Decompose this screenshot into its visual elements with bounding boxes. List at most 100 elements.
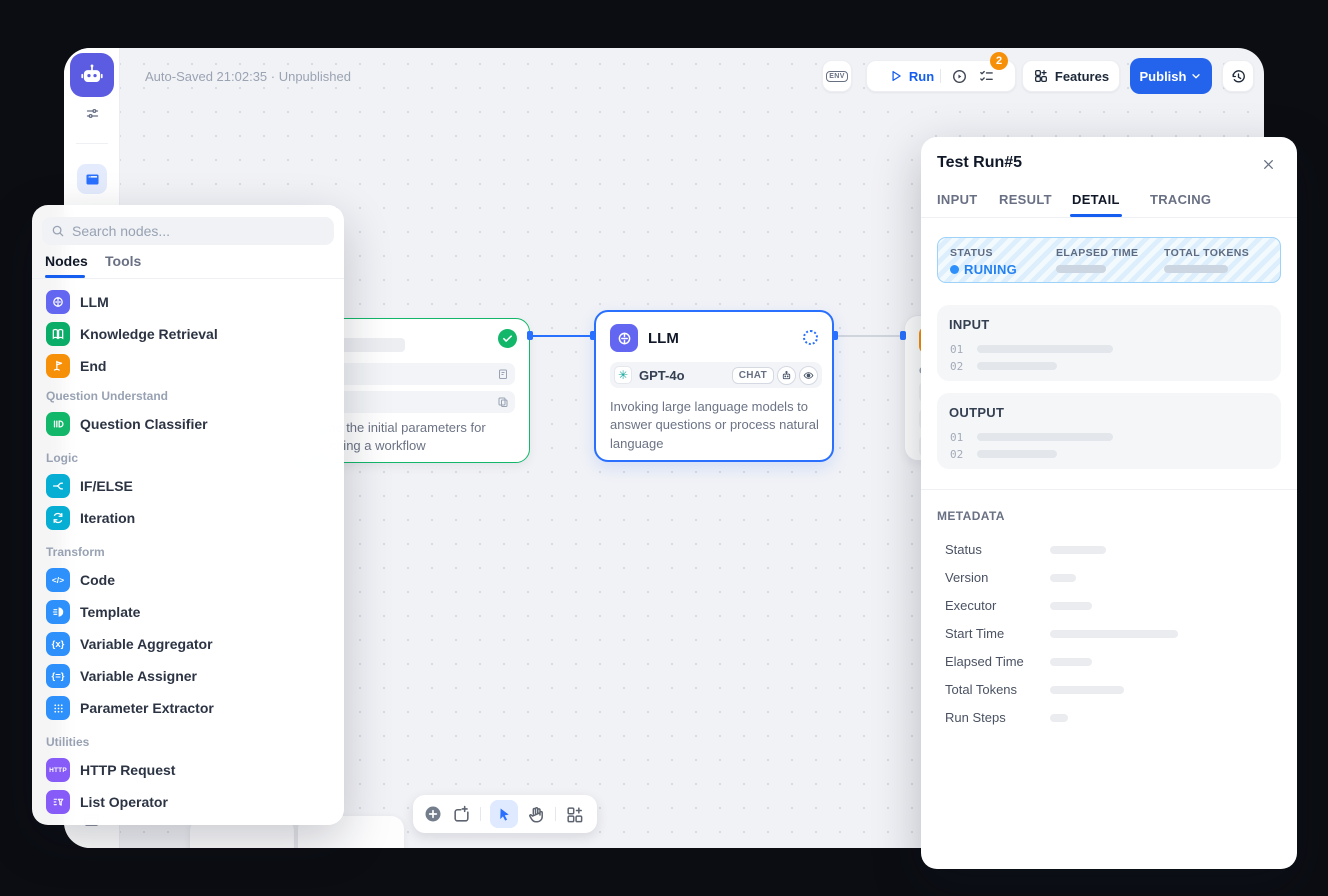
autosave-status: Auto-Saved 21:02:35 · Unpublished [145, 69, 351, 84]
skeleton-bar [1164, 265, 1228, 273]
line-number: 02 [950, 360, 963, 373]
output-title: OUTPUT [949, 405, 1004, 420]
palette-item-template[interactable]: Template [38, 597, 338, 627]
organize-icon[interactable] [565, 805, 584, 824]
run-button[interactable]: Run [887, 69, 940, 84]
tab-detail[interactable]: DETAIL [1072, 192, 1120, 207]
skeleton-bar [1050, 574, 1076, 582]
test-run-panel: Test Run#5 INPUT RESULT DETAIL TRACING S… [921, 137, 1297, 869]
skeleton-bar [977, 433, 1113, 441]
skeleton-bar [977, 450, 1057, 458]
canvas-toolbar [413, 795, 597, 833]
metadata-label: METADATA [937, 509, 1005, 523]
line-number: 01 [950, 343, 963, 356]
chat-mode-badge: CHAT [732, 367, 774, 384]
tab-tools[interactable]: Tools [105, 253, 141, 269]
checklist-icon[interactable] [978, 68, 995, 85]
running-dot-icon [950, 265, 959, 274]
pointer-tool[interactable] [490, 800, 518, 828]
status-card: STATUS RUNING ELAPSED TIME TOTAL TOKENS [937, 237, 1281, 283]
classifier-icon [46, 412, 70, 436]
port[interactable] [900, 331, 906, 340]
book-icon [46, 322, 70, 346]
skeleton-bar [1050, 602, 1092, 610]
divider [76, 143, 108, 144]
meta-row-version: Version [945, 569, 1275, 589]
divider [940, 69, 941, 83]
llm-node[interactable]: LLM ✳ GPT-4o CHAT Invoking large languag… [594, 310, 834, 462]
paragraph-icon [497, 396, 509, 408]
publish-button[interactable]: Publish [1130, 58, 1212, 94]
status-label: STATUS [950, 247, 993, 259]
port[interactable] [832, 331, 838, 340]
refresh-icon [46, 506, 70, 530]
hand-tool-icon[interactable] [527, 805, 546, 824]
palette-item-list-operator[interactable]: List Operator [38, 787, 338, 817]
funnel-icon [46, 790, 70, 814]
port[interactable] [527, 331, 533, 340]
palette-item-question-classifier[interactable]: Question Classifier [38, 409, 338, 439]
check-icon [498, 329, 517, 348]
divider [921, 489, 1297, 490]
group-header: Transform [46, 545, 105, 559]
chevron-down-icon [1190, 70, 1202, 82]
skeleton-bar [977, 345, 1113, 353]
version-history-button[interactable] [1222, 60, 1254, 92]
robot-badge-icon [777, 366, 796, 385]
palette-item-code[interactable]: </> Code [38, 565, 338, 595]
output-card: OUTPUT 01 02 [937, 393, 1281, 469]
node-palette: Nodes Tools LLM Knowledge Retrieval End … [32, 205, 344, 825]
skeleton-bar [1050, 714, 1068, 722]
run-history-icon[interactable] [951, 68, 968, 85]
sliders-icon[interactable] [85, 106, 100, 121]
palette-item-llm[interactable]: LLM [38, 287, 338, 317]
tab-nodes[interactable]: Nodes [45, 253, 88, 269]
loading-spinner-icon [803, 330, 818, 345]
palette-item-knowledge-retrieval[interactable]: Knowledge Retrieval [38, 319, 338, 349]
skeleton-bar [1056, 265, 1106, 273]
add-node-icon[interactable] [423, 804, 443, 824]
add-note-icon[interactable] [452, 805, 471, 824]
start-node-title-skeleton [341, 338, 405, 352]
robot-app-icon[interactable] [70, 53, 114, 97]
palette-item-http-request[interactable]: HTTP HTTP Request [38, 755, 338, 785]
meta-row-start-time: Start Time [945, 625, 1275, 645]
tab-tracing[interactable]: TRACING [1150, 192, 1211, 207]
edge-start-llm [530, 335, 594, 337]
input-card: INPUT 01 02 [937, 305, 1281, 381]
search-box[interactable] [42, 217, 334, 245]
features-button[interactable]: Features [1022, 60, 1120, 92]
palette-item-end[interactable]: End [38, 351, 338, 381]
window-icon[interactable] [77, 164, 107, 194]
group-header: Question Understand [46, 389, 168, 403]
group-header: Utilities [46, 735, 89, 749]
history-icon [1230, 68, 1247, 85]
palette-item-iteration[interactable]: Iteration [38, 503, 338, 533]
palette-item-variable-assigner[interactable]: {=} Variable Assigner [38, 661, 338, 691]
palette-item-variable-aggregator[interactable]: {x} Variable Aggregator [38, 629, 338, 659]
palette-item-if-else[interactable]: IF/ELSE [38, 471, 338, 501]
template-icon [46, 600, 70, 624]
llm-node-title: LLM [648, 330, 679, 347]
palette-item-parameter-extractor[interactable]: Parameter Extractor [38, 693, 338, 723]
features-icon [1033, 68, 1049, 84]
meta-row-run-steps: Run Steps [945, 709, 1275, 729]
braces-x-icon: {x} [46, 632, 70, 656]
model-selector[interactable]: ✳ GPT-4o CHAT [610, 362, 822, 388]
http-icon: HTTP [46, 758, 70, 782]
vision-eye-icon [799, 366, 818, 385]
llm-icon [46, 290, 70, 314]
edge-llm-end [834, 335, 904, 337]
close-icon[interactable] [1257, 153, 1279, 175]
total-tokens-label: TOTAL TOKENS [1164, 247, 1249, 259]
split-icon [46, 474, 70, 498]
tab-result[interactable]: RESULT [999, 192, 1052, 207]
skeleton-bar [977, 362, 1057, 370]
code-icon: </> [46, 568, 70, 592]
env-button[interactable]: ENV [822, 60, 852, 92]
short-text-icon [497, 368, 509, 380]
tab-input[interactable]: INPUT [937, 192, 978, 207]
dot-grid-icon [46, 696, 70, 720]
pointer-icon [496, 806, 513, 823]
search-input[interactable] [72, 223, 312, 239]
